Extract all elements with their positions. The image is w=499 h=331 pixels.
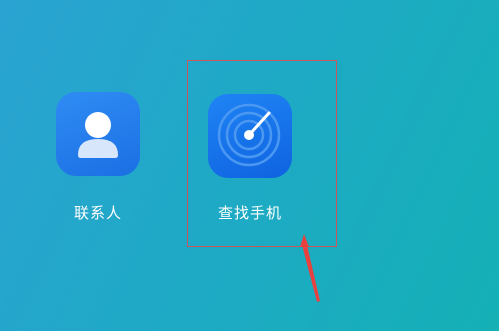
red-arrow-icon (300, 234, 320, 302)
